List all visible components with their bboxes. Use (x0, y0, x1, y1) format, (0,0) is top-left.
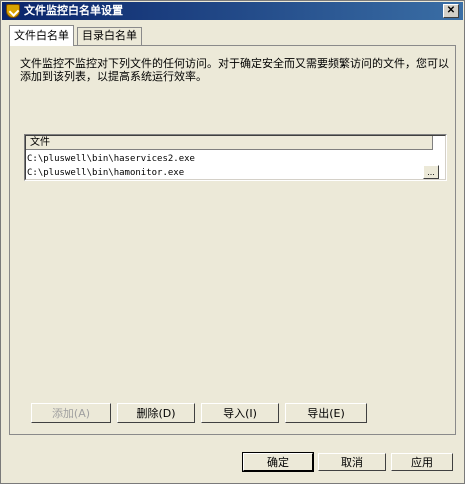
delete-button[interactable]: 删除(D) (117, 403, 195, 423)
export-button[interactable]: 导出(E) (285, 403, 367, 423)
import-button[interactable]: 导入(I) (201, 403, 279, 423)
shield-icon (6, 4, 20, 18)
column-header-file[interactable]: 文件 (26, 136, 433, 150)
ok-button[interactable]: 确定 (242, 452, 314, 472)
description-text: 文件监控不监控对下列文件的任何访问。对于确定安全而又需要频繁访问的文件，您可以添… (20, 57, 449, 83)
browse-button[interactable]: ... (423, 165, 439, 179)
tab-panel: 文件监控不监控对下列文件的任何访问。对于确定安全而又需要频繁访问的文件，您可以添… (9, 45, 456, 435)
list-item[interactable]: C:\pluswell\bin\hamonitor.exe (27, 166, 417, 180)
listbox-frame: 文件 C:\pluswell\bin\haservices2.exe C:\pl… (25, 135, 446, 180)
dialog-window: 文件监控白名单设置 ✕ 文件白名单 目录白名单 文件监控不监控对下列文件的任何访… (0, 0, 465, 484)
apply-button[interactable]: 应用 (391, 453, 453, 471)
close-button[interactable]: ✕ (443, 4, 459, 18)
list-item[interactable]: C:\pluswell\bin\haservices2.exe (27, 152, 195, 166)
tab-directory-whitelist[interactable]: 目录白名单 (77, 27, 142, 45)
tab-file-whitelist[interactable]: 文件白名单 (9, 25, 74, 46)
cancel-button[interactable]: 取消 (318, 453, 386, 471)
file-listbox[interactable]: 文件 C:\pluswell\bin\haservices2.exe C:\pl… (24, 134, 447, 181)
window-title: 文件监控白名单设置 (24, 4, 123, 17)
title-bar[interactable]: 文件监控白名单设置 ✕ (2, 2, 463, 20)
add-button[interactable]: 添加(A) (31, 403, 111, 423)
